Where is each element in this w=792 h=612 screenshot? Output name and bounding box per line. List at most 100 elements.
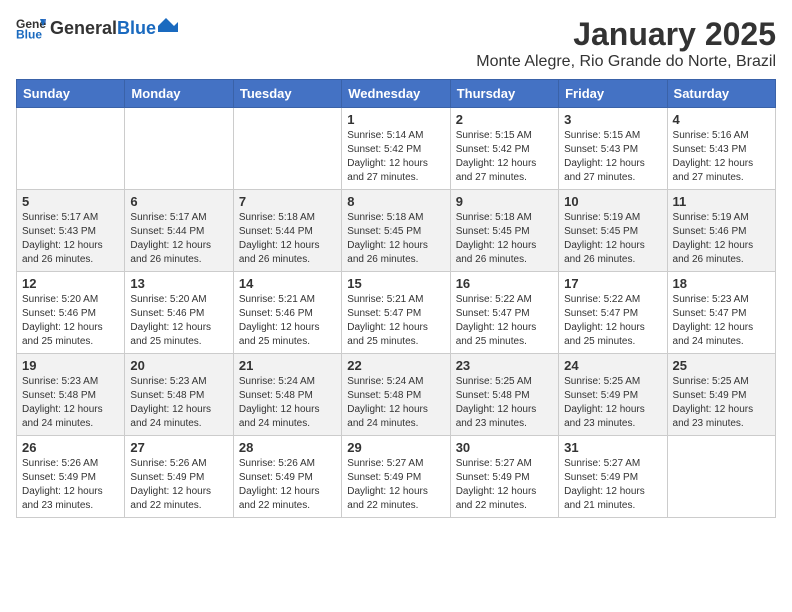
day-info: Sunrise: 5:27 AMSunset: 5:49 PMDaylight:…: [564, 457, 661, 513]
day-number: 28: [239, 440, 336, 455]
calendar-day-30: 30 Sunrise: 5:27 AMSunset: 5:49 PMDayligh…: [450, 436, 558, 518]
calendar-day-10: 10 Sunrise: 5:19 AMSunset: 5:45 PMDayligh…: [559, 190, 667, 272]
calendar-day-14: 14 Sunrise: 5:21 AMSunset: 5:46 PMDayligh…: [233, 272, 341, 354]
day-number: 5: [22, 194, 119, 209]
day-number: 23: [456, 358, 553, 373]
calendar-day-29: 29 Sunrise: 5:27 AMSunset: 5:49 PMDayligh…: [342, 436, 450, 518]
day-number: 18: [673, 276, 770, 291]
calendar-day-15: 15 Sunrise: 5:21 AMSunset: 5:47 PMDayligh…: [342, 272, 450, 354]
calendar-day-9: 9Sunrise: 5:18 AMSunset: 5:45 PMDaylight…: [450, 190, 558, 272]
calendar-day-23: 23 Sunrise: 5:25 AMSunset: 5:48 PMDayligh…: [450, 354, 558, 436]
day-number: 16: [456, 276, 553, 291]
weekday-header-thursday: Thursday: [450, 80, 558, 108]
calendar-day-4: 4Sunrise: 5:16 AMSunset: 5:43 PMDaylight…: [667, 108, 775, 190]
calendar-day-3: 3 Sunrise: 5:15 AMSunset: 5:43 PMDaylight…: [559, 108, 667, 190]
calendar-empty-cell: [125, 108, 233, 190]
day-info: Sunrise: 5:26 AMSunset: 5:49 PMDaylight:…: [239, 457, 336, 513]
day-number: 30: [456, 440, 553, 455]
weekday-header-saturday: Saturday: [667, 80, 775, 108]
weekday-header-tuesday: Tuesday: [233, 80, 341, 108]
calendar-week-4: 19 Sunrise: 5:23 AMSunset: 5:48 PMDayligh…: [17, 354, 776, 436]
day-number: 31: [564, 440, 661, 455]
calendar-day-8: 8 Sunrise: 5:18 AMSunset: 5:45 PMDaylight…: [342, 190, 450, 272]
day-number: 3: [564, 112, 661, 127]
weekday-header-row: SundayMondayTuesdayWednesdayThursdayFrid…: [17, 80, 776, 108]
day-info: Sunrise: 5:16 AMSunset: 5:43 PMDaylight:…: [673, 129, 770, 185]
calendar-table: SundayMondayTuesdayWednesdayThursdayFrid…: [16, 79, 776, 518]
weekday-header-sunday: Sunday: [17, 80, 125, 108]
day-info: Sunrise: 5:20 AMSunset: 5:46 PMDaylight:…: [22, 293, 119, 349]
day-info: Sunrise: 5:27 AMSunset: 5:49 PMDaylight:…: [456, 457, 553, 513]
day-number: 29: [347, 440, 444, 455]
calendar-day-7: 7Sunrise: 5:18 AMSunset: 5:44 PMDaylight…: [233, 190, 341, 272]
day-info: Sunrise: 5:19 AMSunset: 5:46 PMDaylight:…: [673, 211, 770, 267]
calendar-day-26: 26 Sunrise: 5:26 AMSunset: 5:49 PMDayligh…: [17, 436, 125, 518]
day-info: Sunrise: 5:17 AMSunset: 5:43 PMDaylight:…: [22, 211, 119, 267]
calendar-day-6: 6 Sunrise: 5:17 AMSunset: 5:44 PMDaylight…: [125, 190, 233, 272]
day-number: 1: [347, 112, 444, 127]
day-number: 15: [347, 276, 444, 291]
logo-wave-icon: [158, 18, 178, 34]
calendar-day-22: 22Sunrise: 5:24 AMSunset: 5:48 PMDayligh…: [342, 354, 450, 436]
page-header: General Blue General Blue January 2025 M…: [16, 16, 776, 71]
calendar-day-20: 20 Sunrise: 5:23 AMSunset: 5:48 PMDayligh…: [125, 354, 233, 436]
day-number: 14: [239, 276, 336, 291]
calendar-day-28: 28 Sunrise: 5:26 AMSunset: 5:49 PMDayligh…: [233, 436, 341, 518]
calendar-week-3: 12 Sunrise: 5:20 AMSunset: 5:46 PMDayligh…: [17, 272, 776, 354]
calendar-day-21: 21 Sunrise: 5:24 AMSunset: 5:48 PMDayligh…: [233, 354, 341, 436]
calendar-subtitle: Monte Alegre, Rio Grande do Norte, Brazi…: [476, 53, 776, 71]
weekday-header-monday: Monday: [125, 80, 233, 108]
day-number: 2: [456, 112, 553, 127]
svg-text:Blue: Blue: [16, 28, 42, 41]
calendar-week-1: 1Sunrise: 5:14 AMSunset: 5:42 PMDaylight…: [17, 108, 776, 190]
day-info: Sunrise: 5:19 AMSunset: 5:45 PMDaylight:…: [564, 211, 661, 267]
day-number: 22: [347, 358, 444, 373]
logo-general: General: [50, 18, 117, 39]
calendar-day-13: 13 Sunrise: 5:20 AMSunset: 5:46 PMDayligh…: [125, 272, 233, 354]
weekday-header-friday: Friday: [559, 80, 667, 108]
day-number: 6: [130, 194, 227, 209]
logo: General Blue General Blue: [16, 16, 178, 40]
day-info: Sunrise: 5:18 AMSunset: 5:45 PMDaylight:…: [456, 211, 553, 267]
day-info: Sunrise: 5:15 AMSunset: 5:43 PMDaylight:…: [564, 129, 661, 185]
calendar-day-16: 16Sunrise: 5:22 AMSunset: 5:47 PMDayligh…: [450, 272, 558, 354]
day-number: 24: [564, 358, 661, 373]
day-info: Sunrise: 5:23 AMSunset: 5:48 PMDaylight:…: [22, 375, 119, 431]
logo-blue: Blue: [117, 18, 156, 39]
day-number: 21: [239, 358, 336, 373]
day-info: Sunrise: 5:24 AMSunset: 5:48 PMDaylight:…: [239, 375, 336, 431]
day-number: 11: [673, 194, 770, 209]
day-number: 19: [22, 358, 119, 373]
day-info: Sunrise: 5:25 AMSunset: 5:48 PMDaylight:…: [456, 375, 553, 431]
day-info: Sunrise: 5:23 AMSunset: 5:48 PMDaylight:…: [130, 375, 227, 431]
day-number: 10: [564, 194, 661, 209]
day-info: Sunrise: 5:23 AMSunset: 5:47 PMDaylight:…: [673, 293, 770, 349]
day-number: 12: [22, 276, 119, 291]
calendar-title: January 2025: [476, 16, 776, 53]
day-number: 13: [130, 276, 227, 291]
day-info: Sunrise: 5:18 AMSunset: 5:45 PMDaylight:…: [347, 211, 444, 267]
calendar-day-25: 25Sunrise: 5:25 AMSunset: 5:49 PMDayligh…: [667, 354, 775, 436]
day-info: Sunrise: 5:17 AMSunset: 5:44 PMDaylight:…: [130, 211, 227, 267]
calendar-day-19: 19 Sunrise: 5:23 AMSunset: 5:48 PMDayligh…: [17, 354, 125, 436]
calendar-day-24: 24Sunrise: 5:25 AMSunset: 5:49 PMDayligh…: [559, 354, 667, 436]
calendar-day-12: 12 Sunrise: 5:20 AMSunset: 5:46 PMDayligh…: [17, 272, 125, 354]
day-number: 25: [673, 358, 770, 373]
weekday-header-wednesday: Wednesday: [342, 80, 450, 108]
calendar-day-17: 17Sunrise: 5:22 AMSunset: 5:47 PMDayligh…: [559, 272, 667, 354]
day-info: Sunrise: 5:26 AMSunset: 5:49 PMDaylight:…: [22, 457, 119, 513]
day-info: Sunrise: 5:27 AMSunset: 5:49 PMDaylight:…: [347, 457, 444, 513]
day-number: 26: [22, 440, 119, 455]
day-number: 17: [564, 276, 661, 291]
calendar-day-1: 1Sunrise: 5:14 AMSunset: 5:42 PMDaylight…: [342, 108, 450, 190]
day-info: Sunrise: 5:21 AMSunset: 5:47 PMDaylight:…: [347, 293, 444, 349]
day-number: 7: [239, 194, 336, 209]
day-number: 20: [130, 358, 227, 373]
day-info: Sunrise: 5:20 AMSunset: 5:46 PMDaylight:…: [130, 293, 227, 349]
calendar-day-31: 31 Sunrise: 5:27 AMSunset: 5:49 PMDayligh…: [559, 436, 667, 518]
day-info: Sunrise: 5:26 AMSunset: 5:49 PMDaylight:…: [130, 457, 227, 513]
calendar-week-2: 5 Sunrise: 5:17 AMSunset: 5:43 PMDaylight…: [17, 190, 776, 272]
day-number: 8: [347, 194, 444, 209]
logo-icon: General Blue: [16, 16, 46, 40]
day-info: Sunrise: 5:21 AMSunset: 5:46 PMDaylight:…: [239, 293, 336, 349]
